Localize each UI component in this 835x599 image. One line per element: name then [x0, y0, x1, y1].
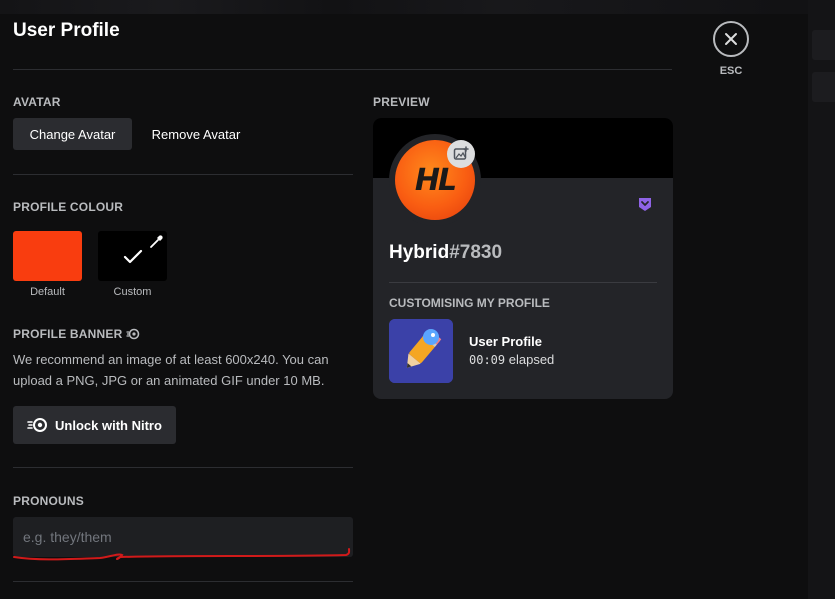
profile-preview-card: HL Hybrid#7830 CUSTOMISING MY PROFILE Us… — [373, 118, 673, 399]
preview-username: Hybrid#7830 — [389, 242, 502, 264]
esc-label: ESC — [719, 65, 743, 77]
section-divider — [13, 174, 353, 175]
profile-banner-label-row: PROFILE BANNER — [13, 327, 140, 341]
username-text: Hybrid — [389, 242, 450, 263]
avatar-section-label: AVATAR — [13, 95, 61, 109]
header-divider — [13, 69, 672, 70]
eyedropper-icon — [150, 235, 163, 248]
avatar-upload-button[interactable] — [447, 140, 475, 168]
red-underline-annotation — [13, 548, 351, 561]
custom-colour-swatch[interactable] — [98, 231, 167, 281]
nitro-icon — [126, 328, 140, 340]
close-button[interactable] — [713, 21, 749, 57]
background-window-strip — [0, 0, 835, 14]
profile-banner-description: We recommend an image of at least 600x24… — [13, 352, 329, 388]
activity-header: CUSTOMISING MY PROFILE — [389, 296, 550, 310]
unlock-nitro-label: Unlock with Nitro — [55, 417, 162, 433]
profile-colour-label: PROFILE COLOUR — [13, 200, 124, 214]
remove-avatar-button[interactable]: Remove Avatar — [142, 118, 250, 150]
pencil-icon — [389, 319, 453, 383]
nitro-badge-icon — [639, 198, 651, 211]
card-divider — [389, 282, 657, 283]
activity-app-icon — [389, 319, 453, 383]
default-colour-caption: Default — [30, 286, 65, 298]
pronouns-label: PRONOUNS — [13, 494, 84, 508]
background-window-edge — [808, 0, 835, 599]
unlock-nitro-button[interactable]: Unlock with Nitro — [13, 406, 176, 444]
image-add-icon — [453, 146, 469, 160]
page-title: User Profile — [13, 20, 120, 41]
elapsed-time: 00:09 — [469, 353, 506, 367]
activity-time: 00:09 elapsed — [469, 352, 554, 367]
custom-colour-caption: Custom — [113, 286, 152, 298]
default-colour-swatch[interactable] — [13, 231, 82, 281]
activity-name: User Profile — [469, 334, 542, 349]
change-avatar-button[interactable]: Change Avatar — [13, 118, 132, 150]
nitro-icon — [27, 418, 48, 432]
discriminator-text: #7830 — [449, 242, 503, 263]
checkmark-icon — [123, 249, 143, 264]
close-control[interactable]: ESC — [713, 21, 749, 77]
close-icon — [725, 33, 737, 45]
section-divider — [13, 581, 353, 582]
profile-banner-label: PROFILE BANNER — [13, 327, 123, 341]
elapsed-suffix: elapsed — [508, 352, 555, 367]
section-divider — [13, 467, 353, 468]
preview-label: PREVIEW — [373, 95, 430, 109]
